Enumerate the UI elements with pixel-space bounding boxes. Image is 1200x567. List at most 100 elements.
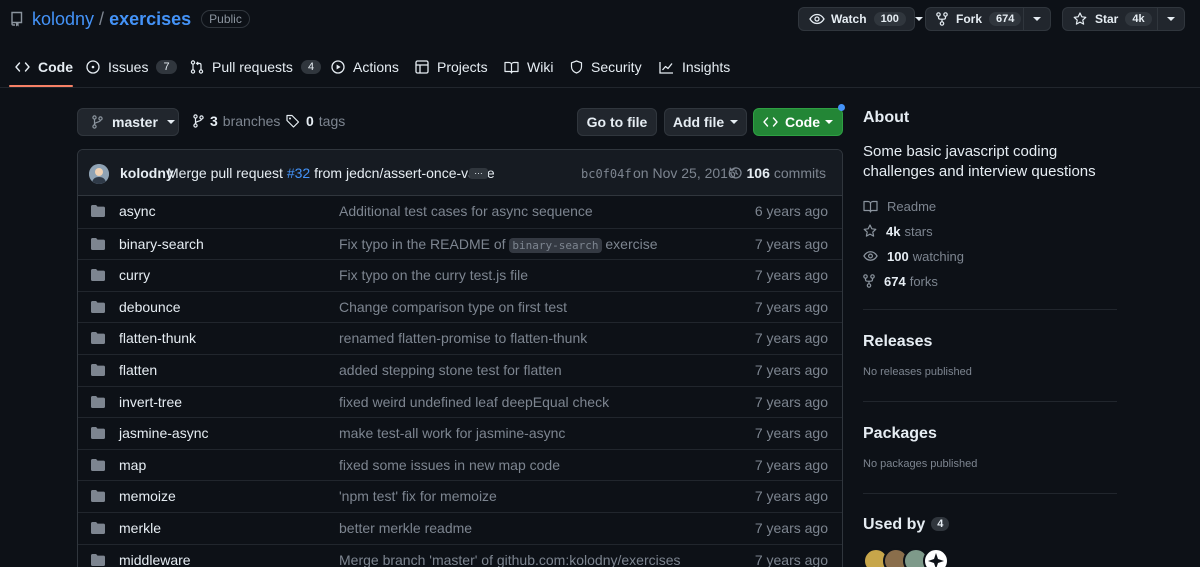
pull-request-link[interactable]: #32 [287,165,310,181]
file-list: async Additional test cases for async seq… [78,196,842,567]
folder-icon [91,237,105,250]
readme-link[interactable]: Readme [863,198,936,214]
file-name-link[interactable]: async [119,203,156,219]
code-button[interactable]: Code [753,108,843,136]
repo-icon [10,11,24,27]
branches-link[interactable]: 3 branches [193,113,280,129]
add-file-button[interactable]: Add file [664,108,747,136]
history-icon [729,166,743,180]
eye-icon [809,13,825,25]
tab-projects[interactable]: Projects [415,48,488,86]
tags-label: tags [318,113,346,129]
file-name-link[interactable]: flatten [119,362,157,378]
file-commit-message[interactable]: make test-all work for jasmine-async [339,425,565,441]
repo-owner-link[interactable]: kolodny [32,9,94,30]
packages-note: No packages published [863,458,978,470]
commit-author-link[interactable]: kolodny [120,165,174,181]
file-commit-message[interactable]: 'npm test' fix for memoize [339,488,497,504]
watching-label: watching [912,248,965,264]
file-commit-message[interactable]: Additional test cases for async sequence [339,203,593,219]
table-row: flatten-thunk renamed flatten-promise to … [78,322,842,354]
file-commit-message[interactable]: renamed flatten-promise to flatten-thunk [339,330,587,346]
used-by-count: 4 [931,517,950,531]
issue-icon [86,60,108,74]
commits-link[interactable]: 106 commits [729,165,826,181]
latest-commit-bar: kolodny Merge pull request #32 from jedc… [78,150,842,196]
file-age: 7 years ago [754,361,828,378]
file-commit-message[interactable]: Fix typo in the README of binary-search … [339,235,658,253]
tags-link[interactable]: 0 tags [286,113,345,129]
file-commit-message[interactable]: Change comparison type on first test [339,299,567,315]
repo-name-link[interactable]: exercises [109,9,191,30]
star-label: Star [1095,12,1119,26]
file-name-link[interactable]: jasmine-async [119,425,208,441]
star-button[interactable]: Star 4k [1063,8,1157,30]
tab-issues[interactable]: Issues 7 [86,48,177,86]
tab-actions[interactable]: Actions [331,48,399,86]
folder-icon [91,521,105,534]
used-by-heading[interactable]: Used by 4 [863,516,950,534]
tab-pull-requests[interactable]: Pull requests 4 [190,48,322,86]
commit-message-suffix: from jedcn/assert-once-value [314,165,495,181]
tab-code[interactable]: Code [15,48,73,86]
avatar[interactable] [89,164,109,184]
file-commit-message[interactable]: fixed weird undefined leaf deepEqual che… [339,394,609,410]
file-name-link[interactable]: invert-tree [119,394,182,410]
stars-label: stars [904,223,933,239]
fork-button[interactable]: Fork 674 [926,8,1023,30]
commit-date: on Nov 25, 2016 [633,165,736,181]
table-row: curry Fix typo on the curry test.js file 7… [78,259,842,291]
file-name-link[interactable]: curry [119,267,150,283]
path-separator: / [99,8,105,29]
table-row: memoize 'npm test' fix for memoize 7 years… [78,480,842,512]
file-name-link[interactable]: memoize [119,488,176,504]
table-row: middleware Merge branch 'master' of githu… [78,543,842,567]
fork-icon [936,12,948,26]
fork-label: Fork [956,12,983,26]
commit-message[interactable]: Merge pull request #32 from jedcn/assert… [167,165,495,181]
star-dropdown[interactable] [1157,8,1184,30]
chevron-down-icon [825,120,833,124]
chevron-down-icon [730,120,739,124]
shield-icon [570,60,591,74]
avatar[interactable] [923,548,949,567]
chevron-down-icon [1167,17,1175,21]
tab-wiki[interactable]: Wiki [504,48,553,86]
file-name-link[interactable]: middleware [119,552,191,567]
file-name-link[interactable]: merkle [119,520,161,536]
file-name-link[interactable]: binary-search [119,236,204,252]
go-to-file-button[interactable]: Go to file [577,108,657,136]
expand-commit-button[interactable]: … [469,167,488,179]
tab-insights-label: Insights [682,59,731,75]
file-name-link[interactable]: map [119,457,146,473]
fork-dropdown[interactable] [1023,8,1050,30]
releases-heading[interactable]: Releases [863,333,932,351]
stars-link[interactable]: 4k stars [863,223,933,239]
branch-select[interactable]: master [77,108,179,136]
folder-icon [91,490,105,503]
pull-requests-count: 4 [300,60,322,74]
chevron-down-icon [914,17,923,21]
active-tab-indicator [9,85,73,87]
branch-name: master [112,114,158,130]
file-name-link[interactable]: debounce [119,299,181,315]
commit-message-text: exercise [605,235,658,252]
chevron-down-icon [1033,17,1041,21]
watching-link[interactable]: 100 watching [863,248,964,264]
file-commit-message[interactable]: better merkle readme [339,520,472,536]
file-name-link[interactable]: flatten-thunk [119,330,196,346]
watch-button[interactable]: Watch 100 [798,7,923,31]
tab-insights[interactable]: Insights [659,48,730,86]
packages-heading[interactable]: Packages [863,425,937,443]
file-commit-message[interactable]: Fix typo on the curry test.js file [339,267,528,283]
tab-security[interactable]: Security [570,48,642,86]
commit-sha-link[interactable]: bc0f04f [581,167,632,181]
folder-icon [91,427,105,440]
commit-message-prefix: Merge pull request [167,165,283,181]
forks-link[interactable]: 674 forks [863,273,938,289]
issues-count: 7 [156,60,177,74]
file-commit-message[interactable]: added stepping stone test for flatten [339,362,562,378]
file-commit-message[interactable]: fixed some issues in new map code [339,457,560,473]
file-commit-message[interactable]: Merge branch 'master' of github.com:kolo… [339,552,681,567]
code-button-label: Code [785,114,820,130]
